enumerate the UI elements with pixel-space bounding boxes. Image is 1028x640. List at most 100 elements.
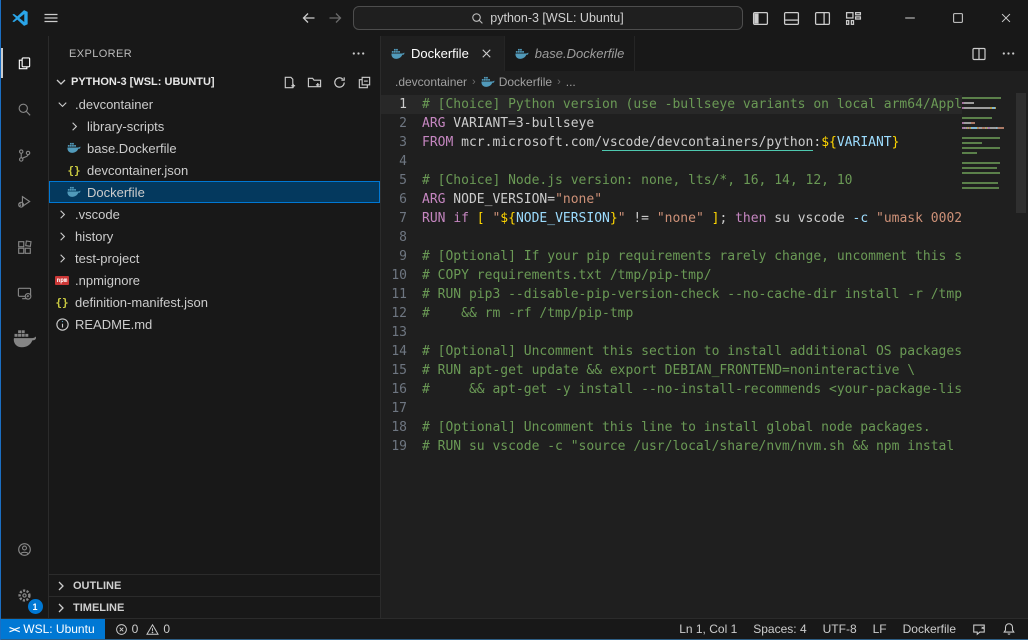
activitybar-search[interactable] — [1, 86, 49, 132]
toggle-secondary-sidebar-icon[interactable] — [814, 10, 831, 27]
activitybar-run-debug[interactable] — [1, 178, 49, 224]
timeline-panel-header[interactable]: TIMELINE — [49, 596, 380, 618]
workspace-section-header[interactable]: PYTHON-3 [WSL: UBUNTU] — [49, 71, 380, 93]
tree-item-readme-md[interactable]: README.md — [49, 313, 380, 335]
refresh-icon[interactable] — [332, 75, 347, 90]
docker-file-icon — [391, 47, 405, 61]
error-count: 0 — [132, 622, 139, 636]
line-number: 4 — [381, 152, 422, 171]
code-line[interactable]: 4 — [381, 152, 962, 171]
code-line[interactable]: 8 — [381, 228, 962, 247]
statusbar-item[interactable]: LF — [873, 622, 887, 636]
activitybar-source-control[interactable] — [1, 132, 49, 178]
tree-item-base-dockerfile[interactable]: base.Dockerfile — [49, 137, 380, 159]
activitybar-accounts[interactable] — [1, 526, 49, 572]
activitybar-docker[interactable] — [1, 316, 49, 362]
editor-more-actions-icon[interactable] — [1001, 46, 1016, 61]
code-editor[interactable]: 1# [Choice] Python version (use -bullsey… — [381, 93, 1028, 618]
code-line[interactable]: 17 — [381, 399, 962, 418]
statusbar-item[interactable]: Ln 1, Col 1 — [679, 622, 737, 636]
titlebar: python-3 [WSL: Ubuntu] — [1, 0, 1028, 36]
tab-base-dockerfile[interactable]: base.Dockerfile — [505, 36, 636, 71]
window-maximize-button[interactable] — [936, 0, 980, 36]
breadcrumb-item[interactable]: ... — [566, 75, 576, 89]
toggle-panel-icon[interactable] — [783, 10, 800, 27]
line-number: 17 — [381, 399, 422, 418]
line-number: 8 — [381, 228, 422, 247]
remote-icon: >< — [9, 623, 18, 636]
sidebar-title: EXPLORER — [69, 48, 132, 60]
code-line[interactable]: 10# COPY requirements.txt /tmp/pip-tmp/ — [381, 266, 962, 285]
code-line[interactable]: 6ARG NODE_VERSION="none" — [381, 190, 962, 209]
timeline-panel-label: TIMELINE — [73, 602, 124, 614]
problems-indicator[interactable]: 0 0 — [105, 622, 170, 636]
menu-hamburger-icon[interactable] — [43, 10, 59, 26]
activitybar-remote-explorer[interactable] — [1, 270, 49, 316]
feedback-icon[interactable] — [972, 622, 986, 636]
docker-file-icon — [515, 47, 529, 61]
code-line[interactable]: 13 — [381, 323, 962, 342]
outline-panel-header[interactable]: OUTLINE — [49, 574, 380, 596]
command-center-text: python-3 [WSL: Ubuntu] — [490, 11, 623, 25]
tree-item--devcontainer[interactable]: .devcontainer — [49, 93, 380, 115]
code-line[interactable]: 5# [Choice] Node.js version: none, lts/*… — [381, 171, 962, 190]
breadcrumb-item[interactable]: Dockerfile — [481, 75, 552, 89]
code-line[interactable]: 15# RUN apt-get update && export DEBIAN_… — [381, 361, 962, 380]
code-line[interactable]: 14# [Optional] Uncomment this section to… — [381, 342, 962, 361]
nav-forward-icon[interactable] — [327, 10, 343, 26]
editor-scrollbar[interactable] — [1014, 93, 1028, 618]
activitybar-manage[interactable]: 1 — [1, 572, 49, 618]
window-minimize-button[interactable] — [888, 0, 932, 36]
code-line[interactable]: 19# RUN su vscode -c "source /usr/local/… — [381, 437, 962, 456]
tree-item-test-project[interactable]: test-project — [49, 247, 380, 269]
activitybar-explorer[interactable] — [1, 40, 49, 86]
tree-item-devcontainer-json[interactable]: {}devcontainer.json — [49, 159, 380, 181]
split-editor-icon[interactable] — [971, 46, 987, 62]
docker-file-icon — [67, 141, 81, 155]
tree-item--vscode[interactable]: .vscode — [49, 203, 380, 225]
tree-item-definition-manifest-json[interactable]: {}definition-manifest.json — [49, 291, 380, 313]
activitybar-extensions[interactable] — [1, 224, 49, 270]
statusbar-item[interactable]: Dockerfile — [903, 622, 956, 636]
line-number: 3 — [381, 133, 422, 152]
code-line[interactable]: 12# && rm -rf /tmp/pip-tmp — [381, 304, 962, 323]
explorer-icon — [17, 56, 32, 71]
close-tab-icon[interactable] — [479, 46, 494, 61]
breadcrumb-item[interactable]: .devcontainer — [395, 75, 467, 89]
sidebar-more-actions-icon[interactable] — [351, 46, 366, 61]
new-folder-icon[interactable] — [307, 75, 322, 90]
outline-panel-label: OUTLINE — [73, 580, 121, 592]
statusbar-item[interactable]: Spaces: 4 — [753, 622, 806, 636]
code-line[interactable]: 1# [Choice] Python version (use -bullsey… — [381, 95, 962, 114]
code-line[interactable]: 16# && apt-get -y install --no-install-r… — [381, 380, 962, 399]
tree-item-history[interactable]: history — [49, 225, 380, 247]
code-line[interactable]: 2ARG VARIANT=3-bullseye — [381, 114, 962, 133]
new-file-icon[interactable] — [282, 75, 297, 90]
code-line[interactable]: 7RUN if [ "${NODE_VERSION}" != "none" ];… — [381, 209, 962, 228]
code-line[interactable]: 18# [Optional] Uncomment this line to in… — [381, 418, 962, 437]
tree-item-label: history — [75, 229, 113, 244]
customize-layout-icon[interactable] — [845, 10, 862, 27]
remote-indicator[interactable]: >< WSL: Ubuntu — [1, 619, 105, 639]
tree-item--npmignore[interactable]: npm.npmignore — [49, 269, 380, 291]
tree-item-label: library-scripts — [87, 119, 164, 134]
code-line[interactable]: 11# RUN pip3 --disable-pip-version-check… — [381, 285, 962, 304]
status-bar: >< WSL: Ubuntu 0 0 Ln 1, Col 1 Spaces: 4 U… — [1, 618, 1028, 640]
breadcrumb-label: Dockerfile — [499, 75, 552, 89]
search-icon — [471, 12, 484, 25]
notifications-bell-icon[interactable] — [1002, 622, 1016, 636]
collapse-all-icon[interactable] — [357, 75, 372, 90]
tree-item-library-scripts[interactable]: library-scripts — [49, 115, 380, 137]
tree-item-dockerfile[interactable]: Dockerfile — [49, 181, 380, 203]
window-close-button[interactable] — [984, 0, 1028, 36]
code-line[interactable]: 9# [Optional] If your pip requirements r… — [381, 247, 962, 266]
tab-dockerfile[interactable]: Dockerfile — [381, 36, 505, 71]
nav-back-icon[interactable] — [301, 10, 317, 26]
statusbar-item[interactable]: UTF-8 — [823, 622, 857, 636]
vscode-window: python-3 [WSL: Ubuntu] — [0, 0, 1028, 640]
toggle-primary-sidebar-icon[interactable] — [752, 10, 769, 27]
minimap[interactable] — [962, 97, 1014, 192]
code-line[interactable]: 3FROM mcr.microsoft.com/vscode/devcontai… — [381, 133, 962, 152]
command-center-search[interactable]: python-3 [WSL: Ubuntu] — [353, 6, 743, 30]
breadcrumb-separator: › — [556, 76, 562, 88]
